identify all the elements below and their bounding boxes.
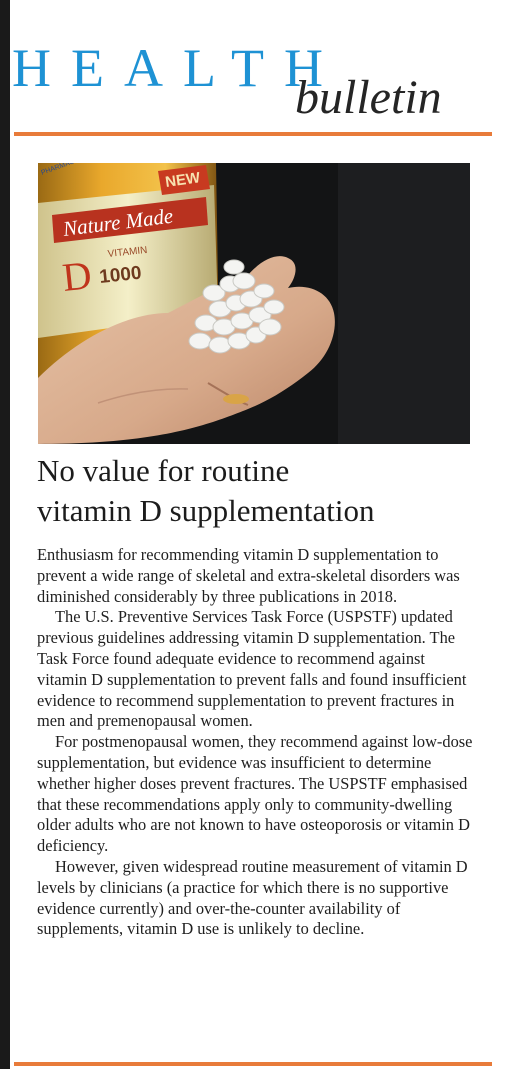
article-paragraph-3: For postmenopausal women, they recommend…	[37, 732, 473, 856]
bottle-letter-text: D	[60, 252, 93, 300]
bottle-dose-text: 1000	[98, 263, 142, 288]
article-paragraph-4: However, given widespread routine measur…	[37, 856, 468, 939]
cropped-top-text: ▔ ▔▔ ▔▔▔ ▔▔ ▔ ▔▔▔▔▔▔ ▔▔▔ ▔▔▔ ▔▔▔▔ ▔▔▔ ▔▔…	[18, 0, 376, 8]
headline-line-2: vitamin D supplementation	[37, 493, 375, 528]
masthead-rule	[14, 132, 492, 136]
left-edge-bar	[0, 0, 10, 1069]
headline-line-1: No value for routine	[37, 453, 290, 488]
article-headline: No value for routine vitamin D supplemen…	[37, 451, 487, 531]
masthead-title: HEALTH	[12, 38, 343, 98]
article-body: Enthusiasm for recommending vitamin D su…	[37, 545, 475, 940]
article-paragraph-1: Enthusiasm for recommending vitamin D su…	[37, 545, 460, 606]
masthead-subtitle: bulletin	[295, 71, 442, 124]
article-photo: NEW PHARMACIST RECOMMENDED Nature Made V…	[38, 163, 470, 444]
article-paragraph-2: The U.S. Preventive Services Task Force …	[37, 607, 467, 731]
footer-rule	[14, 1062, 492, 1066]
